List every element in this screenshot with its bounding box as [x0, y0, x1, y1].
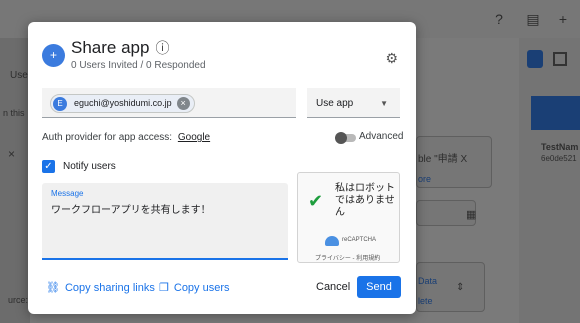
- left-label-2: n this: [3, 108, 25, 118]
- recaptcha-text: 私はロボットではありません: [335, 183, 395, 218]
- data-button[interactable]: Data: [418, 276, 437, 286]
- right-panel: TestNam 6e0de521: [519, 38, 580, 323]
- chevron-down-icon: ▼: [380, 99, 388, 108]
- dialog-subtitle: 0 Users Invited / 0 Responded: [71, 60, 206, 71]
- recaptcha-widget: ✔ 私はロボットではありません reCAPTCHA プライバシー - 利用規約: [297, 172, 400, 263]
- dialog-title-text: Share app: [71, 38, 150, 57]
- advanced-label: Advanced: [359, 131, 404, 142]
- recaptcha-privacy-links[interactable]: プライバシー - 利用規約: [315, 253, 380, 262]
- email-chip: E eguchi@yoshidumi.co.jp ×: [50, 94, 195, 113]
- preview-header: [531, 96, 580, 130]
- chip-email: eguchi@yoshidumi.co.jp: [74, 98, 172, 108]
- help-icon[interactable]: ?: [490, 10, 508, 28]
- card-link[interactable]: ore: [418, 174, 431, 184]
- message-text[interactable]: ワークフローアプリを共有します！: [51, 201, 211, 216]
- message-field[interactable]: Message ワークフローアプリを共有します！: [42, 183, 288, 260]
- add-person-icon: +: [42, 44, 65, 67]
- gear-icon[interactable]: ⚙: [385, 50, 398, 67]
- recaptcha-brand: reCAPTCHA: [342, 237, 377, 243]
- link-icon: ⛓: [46, 282, 60, 294]
- phone-icon[interactable]: [527, 50, 543, 68]
- role-select[interactable]: Use app ▼: [307, 88, 400, 118]
- document-icon[interactable]: ▤: [524, 10, 542, 28]
- copy-sharing-links-label: Copy sharing links: [64, 282, 155, 294]
- auth-provider-row: Auth provider for app access: Google: [42, 132, 210, 143]
- grid-icon[interactable]: ▦: [466, 208, 476, 221]
- left-close-icon[interactable]: ×: [8, 147, 15, 161]
- copy-sharing-links-button[interactable]: ⛓ Copy sharing links: [46, 281, 155, 294]
- info-icon[interactable]: ⓘ: [155, 40, 169, 56]
- auth-provider-link[interactable]: Google: [178, 132, 210, 143]
- advanced-toggle[interactable]: [335, 132, 356, 144]
- invite-email-field[interactable]: E eguchi@yoshidumi.co.jp ×: [42, 88, 296, 118]
- copy-users-label: Copy users: [173, 282, 230, 294]
- preview-subtitle: 6e0de521: [541, 154, 577, 163]
- card-text: ble "申請 X: [418, 154, 468, 165]
- notify-users-checkbox[interactable]: ✓: [42, 160, 55, 173]
- cancel-button[interactable]: Cancel: [316, 281, 350, 293]
- delete-button[interactable]: lete: [418, 296, 433, 306]
- dialog-title: Share app ⓘ: [71, 38, 169, 58]
- message-label: Message: [51, 189, 84, 198]
- role-value: Use app: [316, 98, 354, 109]
- tablet-icon[interactable]: [553, 52, 567, 66]
- remove-chip-icon[interactable]: ×: [176, 97, 190, 110]
- checkmark-icon[interactable]: ✔: [308, 191, 323, 212]
- add-person-icon[interactable]: +: [554, 10, 572, 28]
- auth-label: Auth provider for app access:: [42, 132, 173, 143]
- toggle-knob: [335, 132, 347, 144]
- share-app-dialog: + Share app ⓘ 0 Users Invited / 0 Respond…: [28, 22, 416, 314]
- send-button[interactable]: Send: [357, 276, 401, 298]
- copy-icon: ❐: [159, 282, 169, 294]
- source-label: urce:: [8, 295, 29, 305]
- notify-users-label: Notify users: [63, 161, 116, 172]
- sort-icon[interactable]: ⇕: [456, 282, 464, 293]
- left-label: Use: [10, 70, 28, 81]
- recaptcha-logo-icon: [325, 236, 339, 246]
- chip-avatar: E: [53, 97, 67, 111]
- copy-users-button[interactable]: ❐ Copy users: [159, 281, 230, 294]
- preview-title: TestNam: [541, 142, 579, 152]
